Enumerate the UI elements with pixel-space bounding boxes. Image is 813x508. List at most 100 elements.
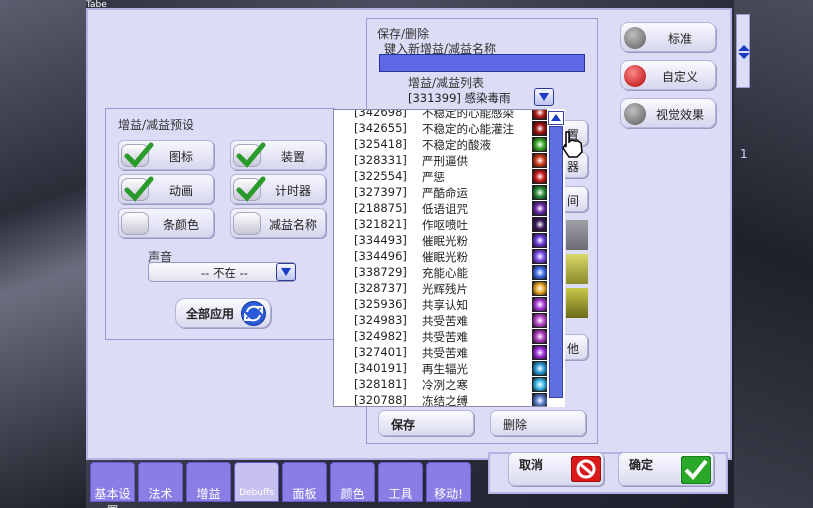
- checkbox-label: 减益名称: [268, 218, 317, 232]
- side-scroll-arrows[interactable]: [736, 14, 750, 88]
- tab-3[interactable]: Debuffs: [234, 462, 279, 502]
- spell-icon: [532, 281, 548, 296]
- visual-effects-label: 视觉效果: [655, 108, 704, 122]
- list-item-id: [342655]: [354, 121, 407, 135]
- tab-6[interactable]: 工具: [378, 462, 423, 502]
- red-circle-icon: [624, 65, 646, 87]
- checkbox-bar-color[interactable]: 条颜色: [118, 208, 214, 238]
- list-item[interactable]: [334493] 催眠光粉: [334, 233, 548, 249]
- tab-5[interactable]: 颜色: [330, 462, 375, 502]
- list-item[interactable]: [327397] 严酷命运: [334, 185, 548, 201]
- list-item[interactable]: [320788] 冻结之缚: [334, 393, 548, 407]
- list-item-id: [321821]: [354, 217, 407, 231]
- visual-effects-button[interactable]: 视觉效果: [620, 98, 716, 128]
- tab-label: 法术: [148, 487, 173, 501]
- list-item[interactable]: [324982] 共受苦难: [334, 329, 548, 345]
- checkbox-box: [233, 142, 266, 168]
- checkmark-icon: [681, 456, 711, 484]
- debuff-dropdown-list[interactable]: [342698] 不稳定的心能感染 [342655] 不稳定的心能灌注 [325418]…: [333, 109, 565, 407]
- checkmark-icon: [236, 142, 266, 168]
- checkbox-box: [121, 176, 154, 202]
- list-item[interactable]: [342698] 不稳定的心能感染: [334, 109, 548, 121]
- checkbox-debuff-name[interactable]: 减益名称: [230, 208, 326, 238]
- spell-icon: [532, 217, 548, 232]
- tab-label: 面板: [292, 487, 317, 501]
- cancel-button[interactable]: 取消: [508, 452, 604, 486]
- side-button-label: 器: [567, 160, 580, 174]
- list-item[interactable]: [325936] 共享认知: [334, 297, 548, 313]
- spell-icon: [532, 393, 548, 406]
- sound-dropdown[interactable]: -- 不在 --: [148, 262, 296, 282]
- list-item[interactable]: [325418] 不稳定的酸液: [334, 137, 548, 153]
- list-item[interactable]: [324983] 共受苦难: [334, 313, 548, 329]
- list-item[interactable]: [334496] 催眠光粉: [334, 249, 548, 265]
- list-item[interactable]: [340191] 再生辐光: [334, 361, 548, 377]
- tab-1[interactable]: 法术: [138, 462, 183, 502]
- spell-icon: [532, 377, 548, 392]
- list-item[interactable]: [328181] 冷冽之寒: [334, 377, 548, 393]
- list-item[interactable]: [342655] 不稳定的心能灌注: [334, 121, 548, 137]
- color-swatch-gray[interactable]: [566, 220, 588, 250]
- spell-icon: [532, 249, 548, 264]
- spell-icon: [532, 185, 548, 200]
- custom-button[interactable]: 自定义: [620, 60, 716, 90]
- list-item[interactable]: [328331] 严刑逼供: [334, 153, 548, 169]
- list-item[interactable]: [328737] 光辉残片: [334, 281, 548, 297]
- tab-label: Debuffs: [239, 488, 274, 498]
- checkbox-animation[interactable]: 动画: [118, 174, 214, 204]
- spell-icon: [532, 137, 548, 152]
- custom-label: 自定义: [661, 70, 698, 84]
- color-swatch-olive[interactable]: [566, 288, 588, 318]
- apply-all-button[interactable]: 全部应用: [175, 298, 271, 328]
- list-scrollbar-thumb[interactable]: [549, 126, 563, 398]
- color-swatch-yellow[interactable]: [566, 254, 588, 284]
- gray-circle-icon: [624, 27, 646, 49]
- list-item-id: [327401]: [354, 345, 407, 359]
- preset-panel-title: 增益/减益预设: [118, 118, 195, 132]
- chevron-down-icon[interactable]: [534, 88, 554, 106]
- tab-4[interactable]: 面板: [282, 462, 327, 502]
- chevron-down-icon[interactable]: [276, 263, 296, 281]
- spell-icon: [532, 233, 548, 248]
- spell-icon: [532, 345, 548, 360]
- spell-icon: [532, 121, 548, 136]
- checkbox-box: [121, 212, 149, 235]
- list-item-name: 共受苦难: [422, 346, 468, 360]
- checkbox-label: 计时器: [274, 184, 311, 198]
- checkbox-label: 条颜色: [162, 218, 199, 232]
- list-item-name: 不稳定的心能感染: [422, 109, 514, 120]
- spell-icon: [532, 329, 548, 344]
- new-name-input[interactable]: [379, 54, 585, 72]
- delete-button[interactable]: 删除: [490, 410, 586, 436]
- checkmark-icon: [124, 142, 154, 168]
- checkbox-timer[interactable]: 计时器: [230, 174, 326, 204]
- list-item[interactable]: [321821] 作呕喷吐: [334, 217, 548, 233]
- list-item-id: [328737]: [354, 281, 407, 295]
- side-button-label: 他: [567, 342, 580, 356]
- checkmark-icon: [124, 176, 154, 202]
- side-button-label: 间: [567, 194, 580, 208]
- spell-icon: [532, 297, 548, 312]
- ok-button[interactable]: 确定: [618, 452, 714, 486]
- list-item[interactable]: [218875] 低语诅咒: [334, 201, 548, 217]
- list-item-name: 冷冽之寒: [422, 378, 468, 392]
- list-item-id: [320788]: [354, 393, 407, 407]
- tab-label: 基本设置: [94, 487, 131, 508]
- list-item[interactable]: [322554] 严惩: [334, 169, 548, 185]
- scroll-up-button[interactable]: [548, 111, 564, 125]
- tab-2[interactable]: 增益: [186, 462, 231, 502]
- standard-button[interactable]: 标准: [620, 22, 716, 52]
- list-item-name: 不稳定的心能灌注: [422, 122, 514, 136]
- tab-0[interactable]: 基本设置: [90, 462, 135, 508]
- list-item-name: 共享认知: [422, 298, 468, 312]
- tab-7[interactable]: 移动!: [426, 462, 471, 502]
- checkbox-device[interactable]: 装置: [230, 140, 326, 170]
- save-button[interactable]: 保存: [378, 410, 474, 436]
- list-item[interactable]: [327401] 共受苦难: [334, 345, 548, 361]
- spell-icon: [532, 169, 548, 184]
- checkbox-icon[interactable]: 图标: [118, 140, 214, 170]
- game-background: [0, 0, 86, 508]
- debuff-list-selected[interactable]: [331399] 感染毒雨: [408, 88, 558, 108]
- list-item[interactable]: [338729] 充能心能: [334, 265, 548, 281]
- sound-dropdown-value: -- 不在 --: [201, 266, 248, 280]
